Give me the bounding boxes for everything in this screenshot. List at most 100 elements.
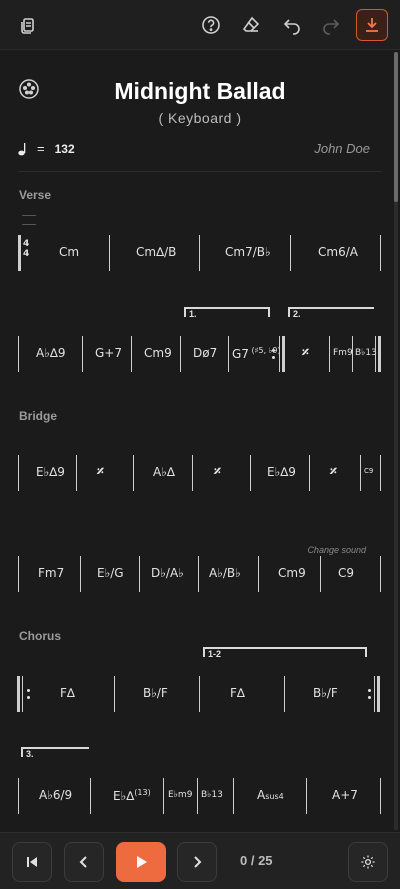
barline — [22, 676, 23, 712]
barline — [199, 235, 200, 271]
song-title[interactable]: Midnight Ballad — [0, 78, 392, 105]
chevron-right-icon — [194, 856, 202, 868]
chord[interactable]: A+7 — [332, 788, 358, 802]
chord[interactable]: C9 — [364, 467, 373, 475]
chord[interactable]: Cm — [59, 245, 79, 259]
instrument-label[interactable]: ( Keyboard ) — [0, 110, 392, 126]
chord[interactable]: Cm7/B♭ — [225, 245, 271, 259]
ending-bracket-1[interactable]: 1. — [184, 307, 270, 319]
chord[interactable]: B♭13 — [201, 790, 223, 800]
simile-mark-icon[interactable]: 𝄎 — [330, 464, 337, 480]
barline — [380, 235, 381, 271]
eraser-icon[interactable] — [235, 9, 267, 41]
chord[interactable]: Cm9 — [144, 346, 172, 360]
chord[interactable]: B♭13 — [355, 348, 377, 358]
tempo-value: 132 — [54, 141, 75, 156]
chord[interactable]: G+7 — [95, 346, 122, 360]
simile-mark-icon[interactable]: 𝄎 — [302, 345, 309, 361]
chevron-left-icon — [79, 856, 87, 868]
barline — [290, 235, 291, 271]
barline — [309, 455, 310, 491]
ending-bracket-2[interactable]: 2. — [288, 307, 374, 319]
chord[interactable]: Fm7 — [38, 566, 64, 580]
chord[interactable]: E♭/G — [97, 566, 124, 580]
barline — [131, 336, 132, 372]
chord[interactable]: Dø7 — [193, 346, 217, 360]
redo-icon[interactable] — [315, 9, 347, 41]
barline — [250, 455, 251, 491]
simile-mark-icon[interactable]: 𝄎 — [97, 464, 104, 480]
repeat-end-dots — [368, 688, 372, 700]
barline — [198, 556, 199, 592]
tempo-equals: = — [37, 141, 45, 156]
barline — [18, 455, 19, 491]
barline — [18, 556, 19, 592]
chord[interactable]: A♭∆ — [153, 465, 175, 479]
chord[interactable]: E♭∆9 — [36, 465, 65, 479]
chord[interactable]: Cm9 — [278, 566, 306, 580]
barline — [352, 336, 353, 372]
chord-row-4: Fm7 E♭/G D♭/A♭ A♭/B♭ Cm9 C9 — [0, 552, 392, 596]
chord[interactable]: B♭/F — [143, 686, 168, 700]
ending-bracket-1-2[interactable]: 1-2 — [203, 647, 367, 659]
barline — [233, 778, 234, 814]
chord[interactable]: E♭∆9 — [267, 465, 296, 479]
chord[interactable]: A♭6/9 — [39, 788, 72, 802]
chord[interactable]: A♭/B♭ — [209, 566, 241, 580]
chord[interactable]: E♭m9 — [168, 790, 192, 800]
barline — [279, 336, 280, 372]
skip-to-start-button[interactable] — [12, 842, 52, 882]
next-button[interactable] — [177, 842, 217, 882]
barline — [320, 556, 321, 592]
skip-to-start-icon — [27, 857, 37, 867]
barline — [284, 676, 285, 712]
header-divider — [18, 171, 382, 172]
gear-icon — [361, 855, 375, 869]
simile-mark-icon[interactable]: 𝄎 — [214, 464, 221, 480]
chord[interactable]: Cm∆/B — [136, 245, 176, 259]
chord[interactable]: D♭/A♭ — [151, 566, 184, 580]
download-icon[interactable] — [356, 9, 388, 41]
help-icon[interactable] — [195, 9, 227, 41]
chord[interactable]: Fm9 — [333, 348, 353, 358]
measure-counter: 0 / 25 — [240, 853, 273, 868]
lead-sheet: Midnight Ballad ( Keyboard ) = 132 John … — [0, 50, 392, 832]
barline — [377, 676, 380, 712]
chord[interactable]: Asus4 — [257, 788, 284, 802]
tempo-marking[interactable]: = 132 — [18, 141, 75, 156]
chord[interactable]: C9 — [338, 566, 354, 580]
previous-button[interactable] — [64, 842, 104, 882]
chord[interactable]: A♭∆9 — [36, 346, 66, 360]
undo-icon[interactable] — [276, 9, 308, 41]
repeat-start-dots — [27, 688, 31, 700]
chord[interactable]: F∆ — [60, 686, 75, 700]
chord[interactable]: Cm6/A — [318, 245, 358, 259]
chord[interactable]: F∆ — [230, 686, 245, 700]
scrollbar[interactable] — [394, 52, 398, 830]
play-button[interactable] — [116, 842, 166, 882]
chord[interactable]: B♭/F — [313, 686, 338, 700]
barline — [114, 676, 115, 712]
section-marker-icon — [22, 215, 36, 225]
barline — [80, 556, 81, 592]
ending-bracket-3[interactable]: 3. — [21, 747, 89, 759]
section-bridge[interactable]: Bridge — [19, 409, 57, 423]
quarter-note-icon — [18, 142, 26, 155]
barline — [380, 778, 381, 814]
barline — [380, 455, 381, 491]
section-chorus[interactable]: Chorus — [19, 629, 61, 643]
copy-icon[interactable] — [12, 9, 44, 41]
barline — [306, 778, 307, 814]
time-signature[interactable]: 44 — [23, 239, 29, 259]
composer[interactable]: John Doe — [314, 141, 370, 156]
playback-controls: 0 / 25 — [0, 832, 400, 889]
chord[interactable]: E♭∆(13) — [113, 788, 151, 803]
settings-button[interactable] — [348, 842, 388, 882]
barline — [192, 455, 193, 491]
barline — [82, 336, 83, 372]
section-verse[interactable]: Verse — [19, 188, 51, 202]
barline — [199, 676, 200, 712]
barline — [360, 455, 361, 491]
scroll-thumb[interactable] — [394, 52, 398, 202]
chord-row-2: A♭∆9 G+7 Cm9 Dø7 G7 (♯5, ♭9) 𝄎 Fm9 B♭13 — [0, 332, 392, 376]
